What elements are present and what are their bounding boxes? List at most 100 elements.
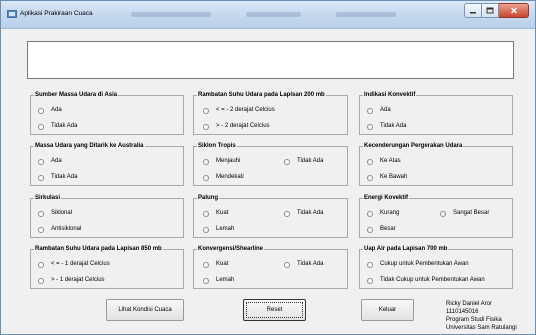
radio-kurang[interactable]: Kurang <box>367 210 399 217</box>
radio-label: Ke Bawah <box>380 174 408 180</box>
radio-label: Tidak Cukup untuk Pembentukan Awan <box>380 277 485 283</box>
radio-button[interactable] <box>38 210 44 217</box>
window-title: Aplikasi Prakiraan Cuaca <box>20 10 93 17</box>
radio-button[interactable] <box>38 158 44 165</box>
radio-tidak-ada[interactable]: Tidak Ada <box>367 123 406 130</box>
radio-ada[interactable]: Ada <box>367 107 391 114</box>
radio-ke-bawah[interactable]: Ke Bawah <box>367 174 407 181</box>
radio-label: Sangat Besar <box>453 210 490 216</box>
group-rambatan-850mb: Rambatan Suhu Udara pada Lapisan 850 mb … <box>30 246 184 289</box>
radio-button[interactable] <box>38 174 44 181</box>
reset-button[interactable]: Reset <box>243 299 306 321</box>
radio-tidak-ada[interactable]: Tidak Ada <box>284 158 323 165</box>
group-title: Uap Air pada Lapisan 700 mb <box>363 246 449 253</box>
radio-tidak-cukup[interactable]: Tidak Cukup untuk Pembentukan Awan <box>367 277 485 284</box>
group-uap-air-700mb: Uap Air pada Lapisan 700 mb Cukup untuk … <box>359 246 513 289</box>
group-title: Energi Kovektif <box>363 195 410 202</box>
radio-button[interactable] <box>203 158 209 165</box>
lihat-kondisi-cuaca-button[interactable]: Lihat Kondisi Cuaca <box>106 299 184 321</box>
radio-label: Siklonal <box>51 210 73 216</box>
group-palung: Palung Kuat Tidak Ada Lemah <box>193 195 348 238</box>
radio-label: Cukup untuk Pembentukan Awan <box>380 261 469 267</box>
radio-button[interactable] <box>367 277 373 284</box>
group-title: Indikasi Konvektif <box>363 92 417 99</box>
radio-tidak-ada[interactable]: Tidak Ada <box>284 210 323 217</box>
radio-tidak-ada[interactable]: Tidak Ada <box>38 123 77 130</box>
radio-button[interactable] <box>367 210 373 217</box>
radio-label: > - 2 derajat Celcius <box>216 123 270 129</box>
radio-ke-atas[interactable]: Ke Atas <box>367 158 401 165</box>
radio-cukup[interactable]: Cukup untuk Pembentukan Awan <box>367 261 469 268</box>
radio-besar[interactable]: Besar <box>367 226 396 233</box>
radio-menjauhi[interactable]: Menjauhi <box>203 158 240 165</box>
radio-le-minus-1[interactable]: < = - 1 derajat Celcius <box>38 261 110 268</box>
radio-lemah[interactable]: Lemah <box>203 277 234 284</box>
radio-label: Ke Atas <box>380 158 401 164</box>
radio-button[interactable] <box>367 123 373 130</box>
minimize-icon <box>470 11 476 13</box>
radio-button[interactable] <box>203 226 209 233</box>
radio-lemah[interactable]: Lemah <box>203 226 234 233</box>
radio-ada[interactable]: Ada <box>38 158 62 165</box>
radio-ada[interactable]: Ada <box>38 107 62 114</box>
group-title: Siklon Tropis <box>197 143 237 150</box>
radio-gt-minus-2[interactable]: > - 2 derajat Celcius <box>203 123 270 130</box>
radio-label: Kuat <box>216 210 229 216</box>
radio-mendekati[interactable]: Mendekati <box>203 174 244 181</box>
minimize-button[interactable] <box>464 3 482 18</box>
credit-id: 1110145016 <box>446 309 479 315</box>
radio-button[interactable] <box>203 174 209 181</box>
radio-button[interactable] <box>284 261 290 268</box>
radio-tidak-ada[interactable]: Tidak Ada <box>38 174 77 181</box>
radio-kuat[interactable]: Kuat <box>203 261 228 268</box>
credit-program: Program Studi Fisika <box>446 317 502 323</box>
radio-button[interactable] <box>367 226 373 233</box>
radio-label: Kuat <box>216 261 229 267</box>
radio-label: < = - 2 derajat Celcius <box>216 107 275 113</box>
credit-university: Universitas Sam Ratulangi <box>446 325 517 331</box>
radio-button[interactable] <box>440 210 446 217</box>
radio-button[interactable] <box>284 210 290 217</box>
radio-button[interactable] <box>284 158 290 165</box>
radio-label: Tidak Ada <box>51 174 78 180</box>
radio-kuat[interactable]: Kuat <box>203 210 228 217</box>
group-konvergensi-shearline: Konvergensi/Shearline Kuat Tidak Ada Lem… <box>193 246 348 289</box>
group-title: Sirkulasi <box>34 195 62 202</box>
radio-button[interactable] <box>203 277 209 284</box>
group-siklon-tropis: Siklon Tropis Menjauhi Tidak Ada Mendeka… <box>193 143 348 186</box>
group-title: Massa Udara yang Ditarik ke Australia <box>34 143 145 150</box>
close-button[interactable] <box>499 3 529 18</box>
radio-tidak-ada[interactable]: Tidak Ada <box>284 261 323 268</box>
radio-le-minus-2[interactable]: < = - 2 derajat Celcius <box>203 107 275 114</box>
group-title: Rambatan Suhu Udara pada Lapisan 200 mb <box>197 92 326 99</box>
radio-antisiklonal[interactable]: Antisiklonal <box>38 226 81 233</box>
radio-sangat-besar[interactable]: Sangat Besar <box>440 210 489 217</box>
radio-label: Besar <box>380 226 396 232</box>
radio-button[interactable] <box>38 107 44 114</box>
app-window: Aplikasi Prakiraan Cuaca Sumber Massa Ud… <box>0 0 536 335</box>
forecast-output-field[interactable] <box>27 41 514 79</box>
radio-siklonal[interactable]: Siklonal <box>38 210 72 217</box>
radio-button[interactable] <box>203 107 209 114</box>
maximize-button[interactable] <box>482 3 499 18</box>
radio-gt-minus-1[interactable]: > - 1 derajat Celcius <box>38 277 105 284</box>
group-title: Palung <box>197 195 220 202</box>
radio-button[interactable] <box>367 261 373 268</box>
radio-button[interactable] <box>203 261 209 268</box>
radio-button[interactable] <box>203 210 209 217</box>
radio-button[interactable] <box>38 226 44 233</box>
radio-button[interactable] <box>367 174 373 181</box>
group-indikasi-konvektif: Indikasi Konvektif Ada Tidak Ada <box>359 92 513 135</box>
radio-button[interactable] <box>38 277 44 284</box>
radio-button[interactable] <box>367 158 373 165</box>
radio-button[interactable] <box>367 107 373 114</box>
title-bar[interactable]: Aplikasi Prakiraan Cuaca <box>1 1 535 29</box>
keluar-button[interactable]: Keluar <box>361 299 414 321</box>
radio-label: Tidak Ada <box>297 261 324 267</box>
radio-button[interactable] <box>38 123 44 130</box>
radio-label: Lemah <box>216 277 235 283</box>
radio-button[interactable] <box>38 261 44 268</box>
title-bar-blur <box>336 12 396 17</box>
radio-button[interactable] <box>203 123 209 130</box>
radio-label: Mendekati <box>216 174 244 180</box>
